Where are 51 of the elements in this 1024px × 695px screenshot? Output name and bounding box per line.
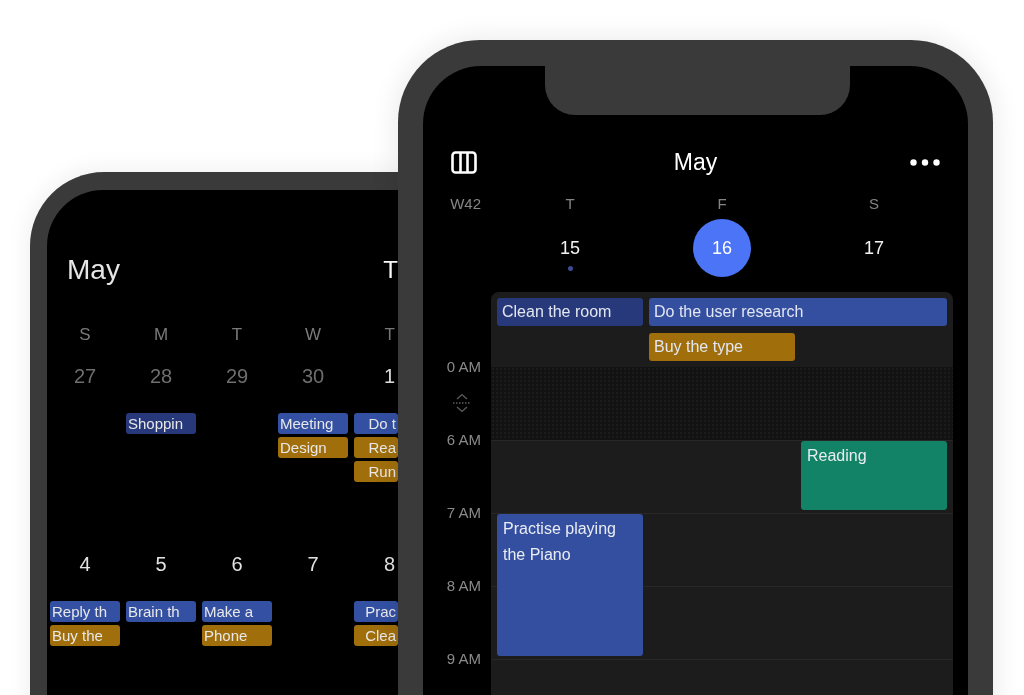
time-label: 9 AM [446, 650, 481, 668]
month-title: May [67, 254, 120, 286]
date-number[interactable]: 15 [541, 219, 599, 277]
date-number[interactable]: 1 [351, 361, 398, 391]
time-label: 0 AM [446, 358, 481, 376]
event-block[interactable]: Reading [801, 441, 947, 510]
weekday-label: M [152, 324, 170, 346]
date-number[interactable]: 5 [123, 549, 199, 579]
event-chip[interactable]: Make a [202, 601, 272, 622]
event-chip[interactable]: Reply th [50, 601, 120, 622]
week-number: W42 [450, 194, 481, 214]
event-chip[interactable]: Clean the room [497, 298, 643, 326]
time-label: 7 AM [446, 504, 481, 522]
date-number[interactable]: 6 [199, 549, 275, 579]
event-block[interactable]: Practise playing the Piano [497, 514, 643, 656]
date-number[interactable]: 4 [47, 549, 123, 579]
date-number[interactable]: 27 [47, 361, 123, 391]
event-chip[interactable]: Rea [354, 437, 398, 458]
weekday-label: T [383, 324, 396, 346]
today-button[interactable]: T [383, 256, 398, 284]
more-icon[interactable] [910, 158, 940, 166]
event-chip[interactable]: Buy the type [649, 333, 795, 361]
month-title: May [673, 148, 718, 176]
event-chip[interactable]: Prac [354, 601, 398, 622]
weekday-label: S [78, 324, 92, 346]
time-label: 6 AM [446, 431, 481, 449]
columns-icon[interactable] [451, 150, 477, 174]
event-chip[interactable]: Meeting [278, 413, 348, 434]
date-number[interactable]: 30 [275, 361, 351, 391]
date-number[interactable]: 8 [351, 549, 398, 579]
date-number[interactable]: 28 [123, 361, 199, 391]
event-chip[interactable]: Buy the [50, 625, 120, 646]
event-chip[interactable]: Do t [354, 413, 398, 434]
event-chip[interactable]: Shoppin [126, 413, 196, 434]
weekday-label: W [303, 324, 322, 346]
weekday-label: F [717, 194, 727, 214]
up-down-chevrons-icon[interactable] [452, 393, 472, 413]
date-number[interactable]: 7 [275, 549, 351, 579]
event-chip[interactable]: Do the user research [649, 298, 947, 326]
weekday-label: S [869, 194, 879, 214]
event-chip[interactable]: Brain th [126, 601, 196, 622]
weekday-label: T [230, 324, 244, 346]
time-label: 8 AM [446, 577, 481, 595]
weekday-label: T [565, 194, 575, 214]
event-chip[interactable]: Run [354, 461, 398, 482]
date-number[interactable]: 17 [845, 219, 903, 277]
date-number[interactable]: 16 [693, 219, 751, 277]
date-number[interactable]: 29 [199, 361, 275, 391]
event-chip[interactable]: Design [278, 437, 348, 458]
event-chip[interactable]: Clea [354, 625, 398, 646]
event-chip[interactable]: Phone [202, 625, 272, 646]
